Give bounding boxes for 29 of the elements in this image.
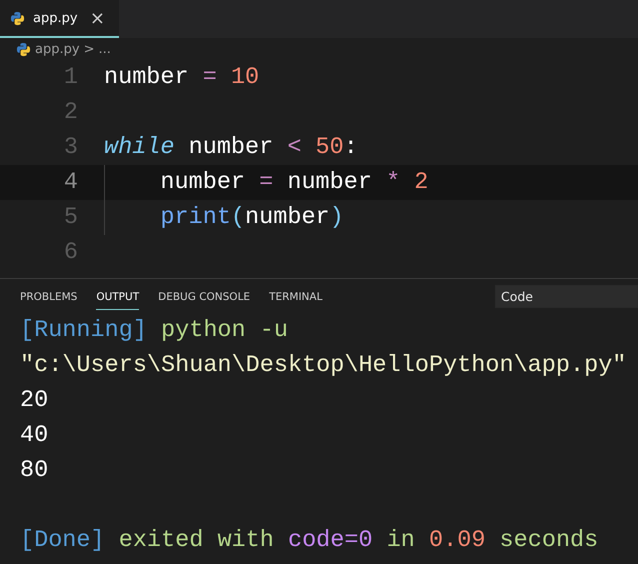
output-line: 40	[20, 422, 48, 449]
python-icon	[16, 42, 31, 56]
line-number: 2	[62, 99, 79, 126]
line-number: 4	[62, 169, 79, 196]
breadcrumb-separator: >	[84, 42, 94, 56]
breadcrumb-item[interactable]: app.py	[35, 42, 80, 56]
code-line: while number < 50:	[104, 133, 358, 163]
line-number: 1	[62, 64, 79, 91]
panel-tab[interactable]: TERMINAL	[269, 282, 322, 310]
code-line: number = number * 2	[104, 165, 428, 200]
tab-label: app.py	[33, 10, 79, 26]
editor-tab[interactable]: app.py ×	[0, 0, 119, 38]
code-line: print(number)	[104, 200, 344, 235]
panel-tab[interactable]: OUTPUT	[96, 282, 140, 310]
output-line: 80	[20, 457, 48, 484]
output-line: [Running] python -u	[20, 317, 288, 344]
close-icon[interactable]: ×	[90, 8, 105, 28]
output-line: [Done] exited with code=0 in 0.09 seconds	[20, 527, 598, 554]
code-line: number = 10	[104, 63, 260, 93]
line-number: 3	[62, 134, 79, 161]
panel-tab[interactable]: PROBLEMS	[20, 282, 78, 310]
output-line: 20	[20, 387, 48, 414]
output-channel-dropdown[interactable]: Code	[495, 284, 638, 308]
breadcrumb-item[interactable]: ...	[98, 42, 111, 56]
python-icon	[10, 10, 25, 26]
line-number: 5	[62, 204, 79, 231]
output-line: "c:\Users\Shuan\Desktop\HelloPython\app.py"	[20, 352, 626, 379]
line-number: 6	[62, 239, 79, 266]
panel-tab[interactable]: DEBUG CONSOLE	[158, 282, 250, 310]
